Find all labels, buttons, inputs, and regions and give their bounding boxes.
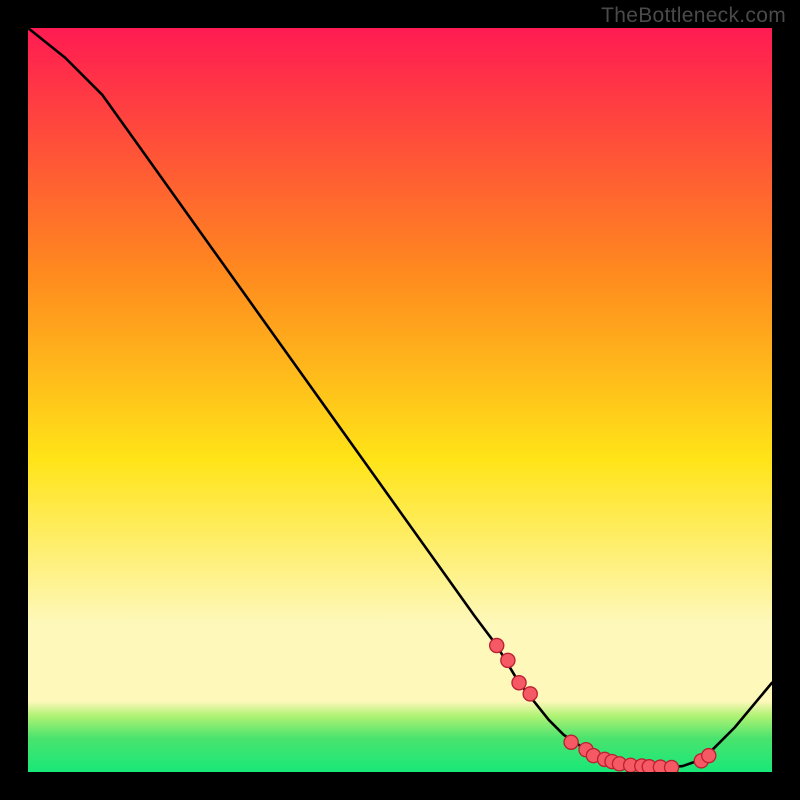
markers-layer: [28, 28, 772, 772]
chart-stage: TheBottleneck.com: [0, 0, 800, 800]
marker-dot: [501, 653, 515, 667]
marker-dot: [702, 749, 716, 763]
marker-dot: [523, 687, 537, 701]
marker-dot: [564, 735, 578, 749]
marker-dot: [664, 760, 678, 772]
marker-dot: [512, 676, 526, 690]
watermark-text: TheBottleneck.com: [601, 4, 786, 28]
marker-dots: [490, 638, 716, 772]
plot-area: [28, 28, 772, 772]
marker-dot: [490, 638, 504, 652]
